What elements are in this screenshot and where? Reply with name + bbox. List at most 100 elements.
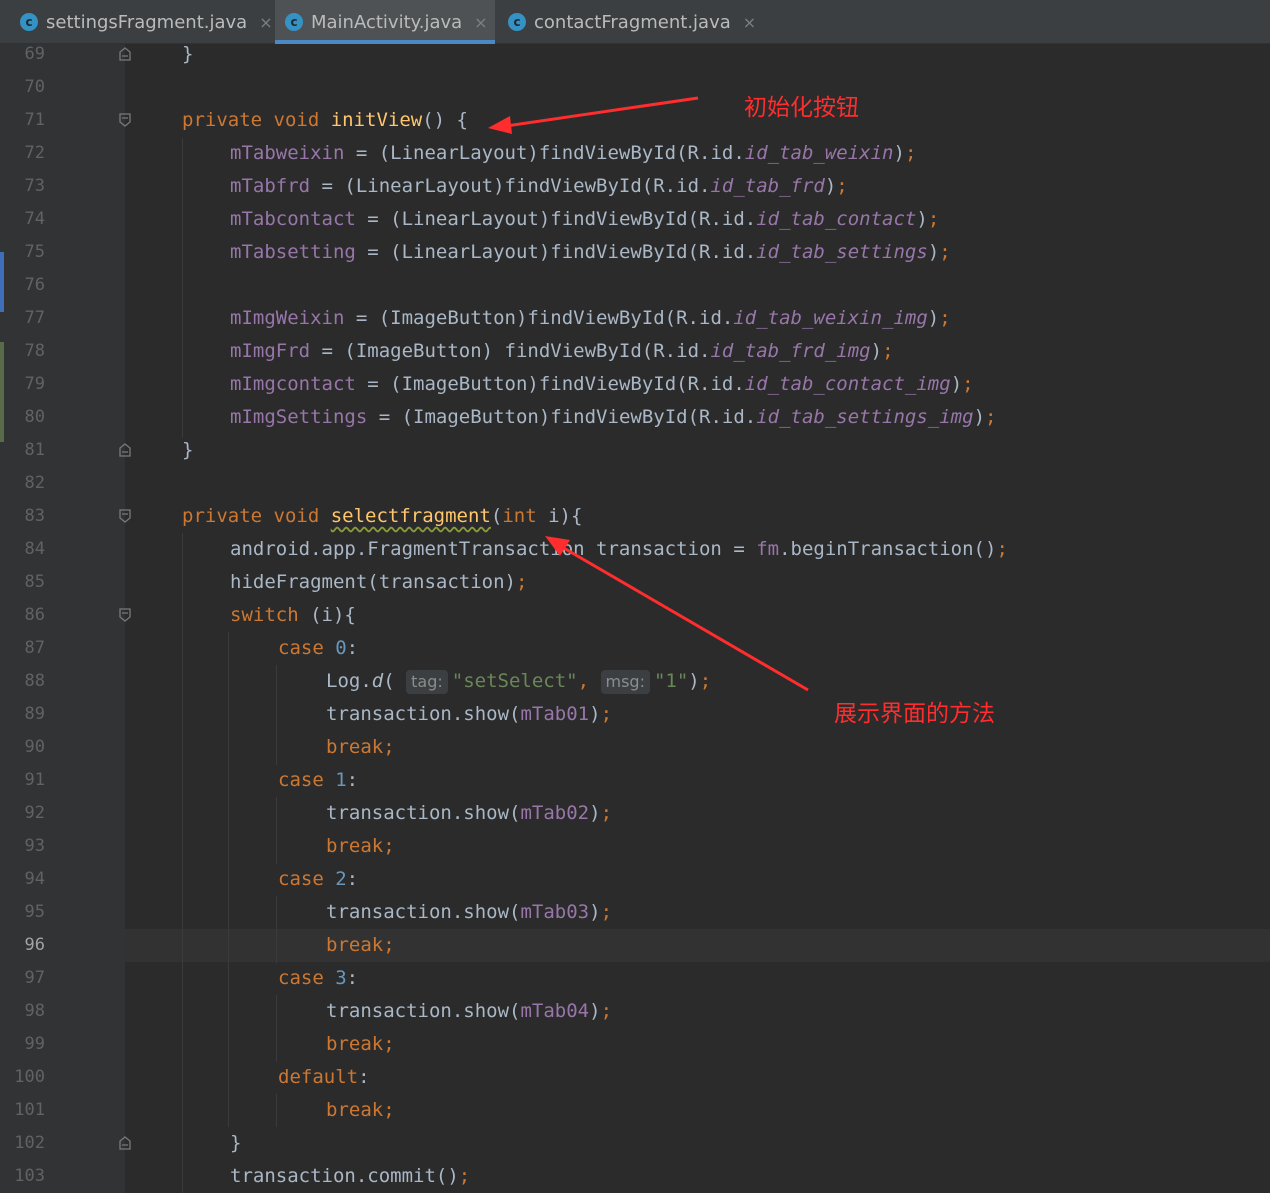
code-line-71: private void initView() {: [182, 109, 468, 131]
code-line-74: mTabcontact = (LinearLayout)findViewById…: [230, 208, 940, 230]
code-line-83: private void selectfragment(int i){: [182, 505, 583, 527]
code-line-97: case 3:: [278, 967, 359, 989]
fold-start-icon[interactable]: [118, 608, 132, 622]
line-number[interactable]: 81: [5, 434, 45, 467]
close-icon[interactable]: ×: [259, 13, 272, 32]
line-number[interactable]: 75: [5, 236, 45, 269]
line-number[interactable]: 69: [5, 38, 45, 71]
current-line-highlight: [125, 929, 1270, 962]
fold-end-icon[interactable]: [118, 1136, 132, 1150]
code-line-91: case 1:: [278, 769, 359, 791]
code-line-100: default:: [278, 1066, 370, 1088]
code-line-88: Log.d( tag: "setSelect", msg: "1");: [326, 670, 712, 694]
line-number[interactable]: 82: [5, 467, 45, 500]
fold-start-icon[interactable]: [118, 509, 132, 523]
line-number[interactable]: 80: [5, 401, 45, 434]
fold-end-icon[interactable]: [118, 47, 132, 61]
line-number[interactable]: 92: [5, 797, 45, 830]
tab-settings-fragment[interactable]: c settingsFragment.java ×: [12, 0, 278, 44]
line-number[interactable]: 91: [5, 764, 45, 797]
line-number[interactable]: 102: [5, 1127, 45, 1160]
line-number[interactable]: 95: [5, 896, 45, 929]
line-number[interactable]: 99: [5, 1028, 45, 1061]
code-line-90: break;: [326, 736, 395, 758]
line-number[interactable]: 96: [5, 929, 45, 962]
line-number[interactable]: 89: [5, 698, 45, 731]
code-line-99: break;: [326, 1033, 395, 1055]
line-number[interactable]: 90: [5, 731, 45, 764]
class-file-icon: c: [20, 13, 38, 31]
line-number[interactable]: 103: [5, 1160, 45, 1193]
vcs-change-marker: [0, 252, 4, 312]
indent-guide: [276, 1094, 277, 1127]
code-line-92: transaction.show(mTab02);: [326, 802, 613, 824]
code-line-84: android.app.FragmentTransaction transact…: [230, 538, 1008, 560]
code-line-75: mTabsetting = (LinearLayout)findViewById…: [230, 241, 951, 263]
indent-guide: [276, 665, 277, 765]
code-line-85: hideFragment(transaction);: [230, 571, 528, 593]
line-number[interactable]: 70: [5, 71, 45, 104]
line-number[interactable]: 85: [5, 566, 45, 599]
tab-label: settingsFragment.java: [46, 11, 248, 33]
fold-end-icon[interactable]: [118, 443, 132, 457]
vcs-change-marker: [0, 342, 4, 442]
code-line-96: break;: [326, 934, 395, 956]
code-line-78: mImgFrd = (ImageButton) findViewById(R.i…: [230, 340, 894, 362]
code-line-94: case 2:: [278, 868, 359, 890]
tab-main-activity[interactable]: c MainActivity.java ×: [275, 0, 495, 44]
fold-start-icon[interactable]: [118, 113, 132, 127]
line-number[interactable]: 98: [5, 995, 45, 1028]
close-icon[interactable]: ×: [743, 13, 756, 32]
line-number[interactable]: 88: [5, 665, 45, 698]
line-number[interactable]: 97: [5, 962, 45, 995]
code-line-95: transaction.show(mTab03);: [326, 901, 613, 923]
line-number[interactable]: 87: [5, 632, 45, 665]
tab-label: MainActivity.java: [311, 11, 463, 33]
code-line-81: }: [182, 439, 194, 461]
parameter-hint: msg:: [600, 670, 650, 694]
line-number[interactable]: 93: [5, 830, 45, 863]
class-file-icon: c: [285, 13, 303, 31]
line-number[interactable]: 72: [5, 137, 45, 170]
code-line-77: mImgWeixin = (ImageButton)findViewById(R…: [230, 307, 951, 329]
indent-guide: [182, 138, 183, 438]
class-file-icon: c: [508, 13, 526, 31]
code-line-93: break;: [326, 835, 395, 857]
line-number[interactable]: 79: [5, 368, 45, 401]
annotation-init-buttons: 初始化按钮: [744, 95, 859, 121]
line-number[interactable]: 83: [5, 500, 45, 533]
line-number[interactable]: 73: [5, 170, 45, 203]
line-number[interactable]: 94: [5, 863, 45, 896]
code-line-103: transaction.commit();: [230, 1165, 471, 1187]
line-number[interactable]: 77: [5, 302, 45, 335]
code-line-87: case 0:: [278, 637, 359, 659]
code-line-86: switch (i){: [230, 604, 356, 626]
code-line-102: }: [230, 1132, 242, 1154]
code-line-89: transaction.show(mTab01);: [326, 703, 613, 725]
code-line-73: mTabfrd = (LinearLayout)findViewById(R.i…: [230, 175, 848, 197]
code-line-69: }: [182, 43, 194, 65]
line-number[interactable]: 78: [5, 335, 45, 368]
tab-label: contactFragment.java: [534, 11, 731, 33]
code-line-101: break;: [326, 1099, 395, 1121]
annotation-show-method: 展示界面的方法: [834, 701, 995, 727]
indent-guide: [182, 533, 183, 1193]
line-number[interactable]: 74: [5, 203, 45, 236]
code-line-80: mImgSettings = (ImageButton)findViewById…: [230, 406, 997, 428]
code-line-98: transaction.show(mTab04);: [326, 1000, 613, 1022]
close-icon[interactable]: ×: [474, 13, 487, 32]
parameter-hint: tag:: [406, 670, 448, 694]
line-number[interactable]: 100: [5, 1061, 45, 1094]
indent-guide: [276, 995, 277, 1062]
indent-guide: [228, 632, 229, 1127]
line-number[interactable]: 101: [5, 1094, 45, 1127]
line-number[interactable]: 84: [5, 533, 45, 566]
code-line-79: mImgcontact = (ImageButton)findViewById(…: [230, 373, 974, 395]
line-number[interactable]: 71: [5, 104, 45, 137]
indent-guide: [276, 797, 277, 864]
line-number[interactable]: 76: [5, 269, 45, 302]
tab-contact-fragment[interactable]: c contactFragment.java ×: [500, 0, 768, 44]
code-line-72: mTabweixin = (LinearLayout)findViewById(…: [230, 142, 917, 164]
line-number[interactable]: 86: [5, 599, 45, 632]
indent-guide: [276, 896, 277, 963]
